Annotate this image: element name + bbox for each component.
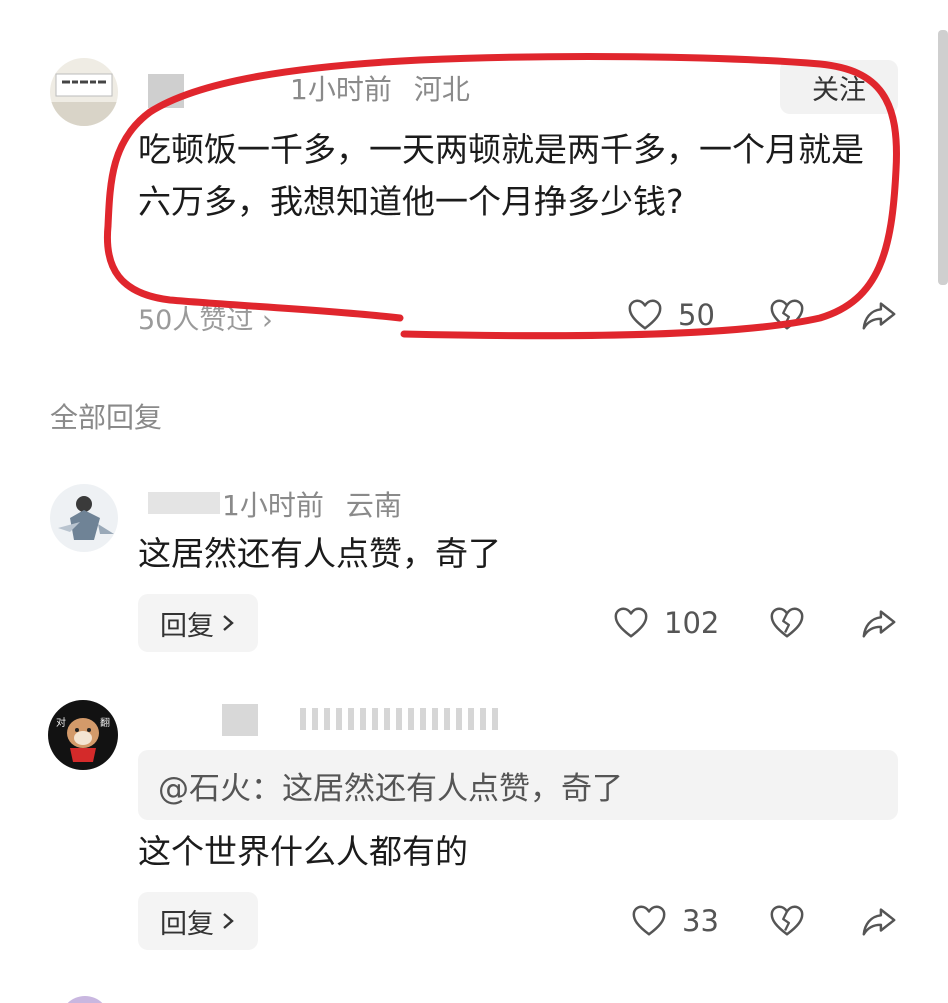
scrollbar[interactable] (938, 30, 948, 285)
avatar[interactable]: 对 翻 (48, 700, 118, 770)
dislike-heart-icon (770, 905, 804, 936)
dislike-button[interactable] (768, 604, 806, 642)
likes-link[interactable]: 50人赞过 › (138, 298, 273, 337)
reply-meta: 1小时前 云南 (222, 484, 402, 524)
like-button[interactable]: 50 (626, 296, 715, 334)
dislike-button[interactable] (768, 296, 806, 334)
chevron-right-icon (223, 913, 234, 929)
like-count: 50 (678, 298, 715, 332)
share-icon (862, 302, 896, 330)
like-button[interactable]: 33 (630, 902, 719, 940)
heart-icon (632, 905, 666, 936)
username-redacted[interactable] (148, 492, 220, 514)
avatar-image (50, 58, 118, 126)
reply-button[interactable]: 回复 (138, 892, 258, 950)
like-button[interactable]: 102 (612, 604, 719, 642)
svg-text:对: 对 (56, 716, 66, 729)
share-icon (862, 610, 896, 638)
reply-location: 云南 (345, 489, 402, 522)
dislike-heart-icon (770, 607, 804, 638)
share-icon (862, 908, 896, 936)
reply-button-label: 回复 (160, 908, 214, 940)
share-button[interactable] (860, 296, 898, 334)
username-redacted[interactable] (222, 704, 258, 736)
chevron-right-icon (223, 615, 234, 631)
reply-button[interactable]: 回复 (138, 594, 258, 652)
comment-meta: 1小时前 河北 (290, 68, 470, 108)
quoted-reply: @石火：这居然还有人点赞，奇了 (138, 750, 898, 820)
share-button[interactable] (860, 604, 898, 642)
reply-text: 这居然还有人点赞，奇了 (138, 534, 501, 573)
heart-icon (614, 607, 648, 638)
username-redacted-stripes (300, 708, 500, 730)
comment-location: 河北 (413, 73, 470, 106)
reply-text: 这个世界什么人都有的 (138, 832, 468, 871)
replies-header: 全部回复 (50, 401, 163, 434)
share-button[interactable] (860, 902, 898, 940)
avatar-image (50, 484, 118, 552)
avatar[interactable] (50, 58, 118, 126)
avatar[interactable] (60, 996, 110, 1003)
like-count: 33 (682, 904, 719, 938)
dislike-heart-icon (770, 299, 804, 330)
svg-text:翻: 翻 (100, 717, 110, 729)
reply-time: 1小时前 (222, 489, 324, 522)
avatar-image: 对 翻 (48, 700, 118, 770)
comment-text: 吃顿饭一千多，一天两顿就是两千多，一个月就是六万多，我想知道他一个月挣多少钱? (138, 130, 864, 221)
dislike-button[interactable] (768, 902, 806, 940)
comment-time: 1小时前 (290, 73, 392, 106)
follow-button[interactable]: 关注 (780, 60, 898, 114)
like-count: 102 (664, 606, 720, 640)
username-redacted[interactable] (148, 74, 184, 108)
reply-button-label: 回复 (160, 610, 214, 642)
avatar[interactable] (50, 484, 118, 552)
heart-icon (628, 299, 662, 330)
